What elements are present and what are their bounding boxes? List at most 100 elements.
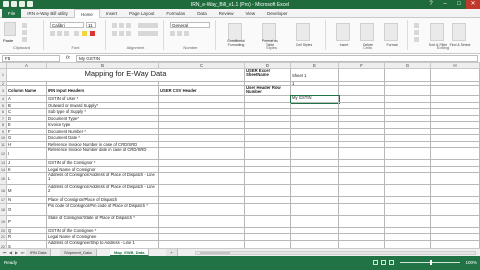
sort-filter-button[interactable]: Sort & Filter: [429, 23, 447, 47]
comma-icon[interactable]: [184, 31, 189, 36]
new-sheet-icon[interactable]: +: [166, 249, 178, 256]
align-bottom-icon[interactable]: [126, 23, 131, 28]
row-header[interactable]: 16: [0, 185, 7, 197]
tab-page-layout[interactable]: Page Layout: [123, 9, 160, 18]
cell[interactable]: [431, 86, 480, 96]
header-user-csv[interactable]: USER CSV Header: [159, 86, 245, 96]
row-header[interactable]: 18: [0, 203, 7, 216]
format-cells-button[interactable]: Format: [384, 23, 398, 47]
cell-column-letter[interactable]: O: [7, 203, 47, 216]
fill-icon[interactable]: [414, 30, 419, 35]
cell[interactable]: [159, 240, 245, 248]
cell-irn-header[interactable]: State of Consignor/State of Place of Dis…: [47, 215, 159, 228]
find-select-button[interactable]: Find & Select: [450, 23, 470, 47]
cut-icon[interactable]: [22, 23, 27, 28]
horizontal-scrollbar[interactable]: [195, 251, 476, 255]
cell[interactable]: [339, 215, 385, 228]
format-painter-icon[interactable]: [22, 37, 27, 42]
delete-cells-button[interactable]: Delete: [360, 23, 374, 47]
maximize-icon[interactable]: □: [452, 0, 466, 9]
align-top-icon[interactable]: [112, 23, 117, 28]
cell-column-letter[interactable]: L: [7, 173, 47, 185]
cell[interactable]: [385, 203, 431, 216]
user-header-row-label[interactable]: User Header Row Number: [245, 86, 291, 96]
cell[interactable]: [291, 215, 339, 228]
cell[interactable]: [385, 173, 431, 185]
autosum-icon[interactable]: [414, 23, 419, 28]
cell-irn-header[interactable]: Address of Consignor/Address of Place of…: [47, 173, 159, 185]
paste-button[interactable]: [4, 22, 16, 36]
cell[interactable]: [431, 69, 480, 82]
cell-irn-header[interactable]: Pin code of Consignor/Pin code of Place …: [47, 203, 159, 216]
tab-developer[interactable]: Developer: [261, 9, 294, 18]
cell[interactable]: [291, 240, 339, 248]
header-irn-input[interactable]: IRN Input Headers: [47, 86, 159, 96]
tab-irn-utility[interactable]: IRN e-Way Bill utility: [21, 9, 74, 18]
formula-input[interactable]: My GSTIN: [76, 55, 478, 62]
page-layout-view-icon[interactable]: [381, 260, 386, 265]
insert-cells-button[interactable]: Insert: [336, 23, 350, 47]
cell[interactable]: [339, 69, 385, 82]
cell[interactable]: [159, 173, 245, 185]
cell[interactable]: [339, 185, 385, 197]
cell[interactable]: [339, 240, 385, 248]
cell-column-letter[interactable]: P: [7, 215, 47, 228]
cell[interactable]: [385, 69, 431, 82]
sheet-name-value[interactable]: Sheet 1: [291, 69, 339, 82]
cell-irn-header[interactable]: Address of Consignee/Ship to Address - L…: [47, 240, 159, 248]
minimize-icon[interactable]: –: [438, 0, 452, 9]
cell-column-letter[interactable]: I: [7, 148, 47, 160]
cell[interactable]: [385, 185, 431, 197]
first-sheet-icon[interactable]: ⏮: [2, 250, 7, 255]
align-left-icon[interactable]: [112, 31, 117, 36]
row-header[interactable]: 1: [0, 69, 7, 82]
cell[interactable]: [339, 148, 385, 160]
cell[interactable]: [385, 86, 431, 96]
cell[interactable]: [339, 203, 385, 216]
scroll-thumb[interactable]: [200, 252, 230, 254]
percent-icon[interactable]: [177, 31, 182, 36]
row-header[interactable]: 22: [0, 240, 7, 248]
tab-file[interactable]: File: [2, 8, 22, 18]
align-right-icon[interactable]: [126, 31, 131, 36]
row-header[interactable]: 3: [0, 86, 7, 96]
prev-sheet-icon[interactable]: ◀: [8, 250, 13, 255]
cell[interactable]: [245, 215, 291, 228]
tab-insert[interactable]: Insert: [100, 9, 123, 18]
underline-icon[interactable]: [64, 31, 69, 36]
cell-column-letter[interactable]: M: [7, 185, 47, 197]
row-header[interactable]: 19: [0, 215, 7, 228]
name-box[interactable]: F5: [2, 55, 60, 62]
cell[interactable]: [291, 148, 339, 160]
clear-icon[interactable]: [414, 37, 419, 42]
row-header[interactable]: 15: [0, 173, 7, 185]
header-column-name[interactable]: Column Name: [7, 86, 47, 96]
sheet-title[interactable]: Mapping for E-Way Data: [7, 69, 245, 82]
page-break-view-icon[interactable]: [389, 260, 394, 265]
cell[interactable]: [159, 215, 245, 228]
fill-color-icon[interactable]: [82, 31, 87, 36]
font-color-icon[interactable]: [90, 31, 95, 36]
cell-column-letter[interactable]: S: [7, 240, 47, 248]
borders-icon[interactable]: [74, 31, 79, 36]
row-header[interactable]: 12: [0, 148, 7, 160]
close-icon[interactable]: ✕: [466, 0, 480, 9]
cell[interactable]: [291, 185, 339, 197]
user-excel-sheet-label[interactable]: USER Excel SheetName: [245, 69, 291, 82]
cell[interactable]: [245, 185, 291, 197]
cell[interactable]: [159, 148, 245, 160]
cell[interactable]: [339, 173, 385, 185]
font-size-box[interactable]: 11: [86, 22, 96, 28]
conditional-formatting-button[interactable]: Conditional Formatting: [227, 23, 245, 47]
cell[interactable]: [245, 148, 291, 160]
font-name-box[interactable]: Calibri: [50, 22, 84, 28]
tab-formulas[interactable]: Formulas: [160, 9, 191, 18]
cell[interactable]: [431, 203, 480, 216]
cell[interactable]: [431, 185, 480, 197]
cell[interactable]: [245, 173, 291, 185]
sheet-tab-irn-data[interactable]: IRN Data: [26, 249, 52, 256]
merge-center-button[interactable]: [138, 31, 158, 36]
tab-data[interactable]: Data: [191, 9, 213, 18]
wrap-text-button[interactable]: [138, 23, 158, 28]
cell[interactable]: [245, 203, 291, 216]
